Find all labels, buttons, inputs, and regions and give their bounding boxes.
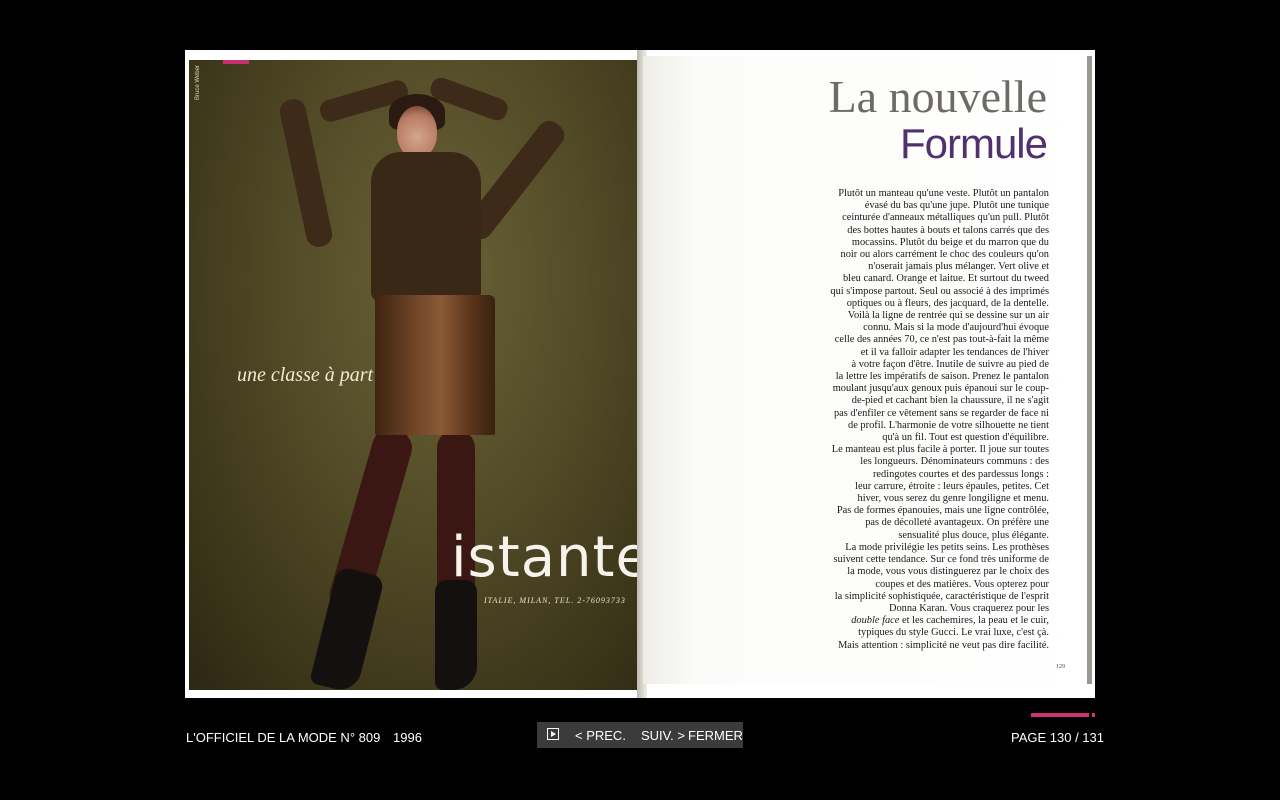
article-line: la mode, vous vous distinguerez par le c… [847,566,1049,578]
model-torso [371,152,481,302]
article-page: La nouvelle Formule Plutôt un manteau qu… [643,56,1092,684]
article-line: les longueurs. Dénominateurs communs : d… [860,456,1049,468]
article-line: n'oserait jamais plus mélanger. Vert oli… [868,261,1049,273]
magazine-spread: Bruce Weber une classe à part istante IT… [185,50,1095,698]
article-line: la lettre les impératifs de saison. Pren… [835,371,1049,383]
article-line: Voilà la ligne de rentrée qui se dessine… [847,310,1049,322]
brand-logo: istante [451,525,639,590]
article-line: Plutôt un manteau qu'une veste. Plutôt u… [838,188,1049,199]
article-line: de-pied et cachant bien la chaussure, il… [851,395,1049,407]
advert-tagline: une classe à part [237,364,374,386]
next-button[interactable]: SUIV. > [641,728,685,743]
magazine-title: L'OFFICIEL DE LA MODE N° 809 [186,730,381,745]
article-line: ceinturée d'anneaux métalliques qu'un pu… [842,212,1049,224]
article-line: suivent cette tendance. Sur ce fond très… [833,554,1049,566]
model-skirt [375,295,495,435]
brand-address: ITALIE, MILAN, TEL. 2-76093733 [484,596,626,605]
model-boot-left [309,565,385,690]
article-line: qui s'impose partout. Seul ou associé à … [830,285,1049,297]
article-line: des bottes hautes à bouts et talons carr… [847,224,1049,236]
article-line: Le manteau est plus facile à porter. Il … [831,444,1049,456]
article-line: Pas de formes épanouies, mais une ligne … [836,505,1049,517]
navigation-bar: < PREC. SUIV. > FERMER [537,722,743,748]
issue-year: 1996 [393,730,422,745]
article-line: bleu canard. Orange et laitue. Et surtou… [842,273,1049,285]
article-line: leur carrure, étroite : leurs épaules, p… [855,480,1049,492]
article-line: noir ou alors carrément le choc des coul… [840,249,1049,261]
article-line: celle des années 70, ce n'est pas tout-à… [834,334,1049,346]
article-line: moulant jusqu'aux genoux puis épanoui su… [832,383,1049,395]
article-line: coupes et des matières. Vous opterez pou… [875,578,1049,590]
article-line: Mais attention : simplicité ne veut pas … [838,639,1049,651]
model-boot-right [435,580,477,690]
article-line: à votre façon d'être. Inutile de suivre … [851,358,1049,370]
article-line: typiques du style Gucci. Le vrai luxe, c… [858,627,1049,639]
article-line: pas d'enfiler ce vêtement sans se regard… [833,407,1049,419]
article-line: connu. Mais si la mode d'aujourd'hui évo… [863,322,1049,334]
article-body: Plutôt un manteau qu'une veste. Plutôt u… [794,188,1049,652]
advert-page: Bruce Weber une classe à part istante IT… [189,60,639,690]
model-head [397,106,437,158]
close-button[interactable]: FERMER [688,728,743,743]
page-number: 129 [1056,664,1065,670]
article-line: double face et les cachemires, la peau e… [851,615,1049,627]
previous-button[interactable]: < PREC. [575,728,626,743]
article-title-line2: Formule [899,120,1048,167]
article-line: qu'à un fil. Tout est question d'équilib… [882,432,1049,444]
article-line: mocassins. Plutôt du beige et du marron … [851,236,1049,248]
article-line: pas de décolleté avantageux. On préfère … [865,517,1049,529]
article-title-line1: La nouvelle [828,71,1047,122]
article-line: Donna Karan. Vous craquerez pour les [888,602,1049,614]
article-line: optiques ou à fleurs, des jacquard, de l… [846,297,1049,309]
page-indicator: PAGE 130 / 131 [1011,730,1104,745]
progress-accent-end [1092,713,1095,717]
article-line: évasé du bas qu'une jupe. Plutôt une tun… [864,200,1049,212]
article-line: redingotes courtes et des pardessus long… [872,468,1049,480]
article-line: et il va falloir adapter les tendances d… [860,346,1049,358]
article-line: hiver, vous serez du genre longiligne et… [857,493,1049,505]
article-line: sensualité plus douce, plus élégante. [898,529,1049,541]
article-line: la simplicité sophistiquée, caractéristi… [834,590,1049,602]
photographer-credit: Bruce Weber [195,65,201,100]
article-line: La mode privilégie les petits seins. Les… [845,541,1049,553]
play-icon[interactable] [547,728,559,740]
page-tab-marker [223,60,249,64]
progress-accent [1031,713,1089,717]
article-line: de profil. L'harmonie de votre silhouett… [848,419,1049,431]
viewer-footer: L'OFFICIEL DE LA MODE N° 809 1996 < PREC… [0,705,1280,765]
